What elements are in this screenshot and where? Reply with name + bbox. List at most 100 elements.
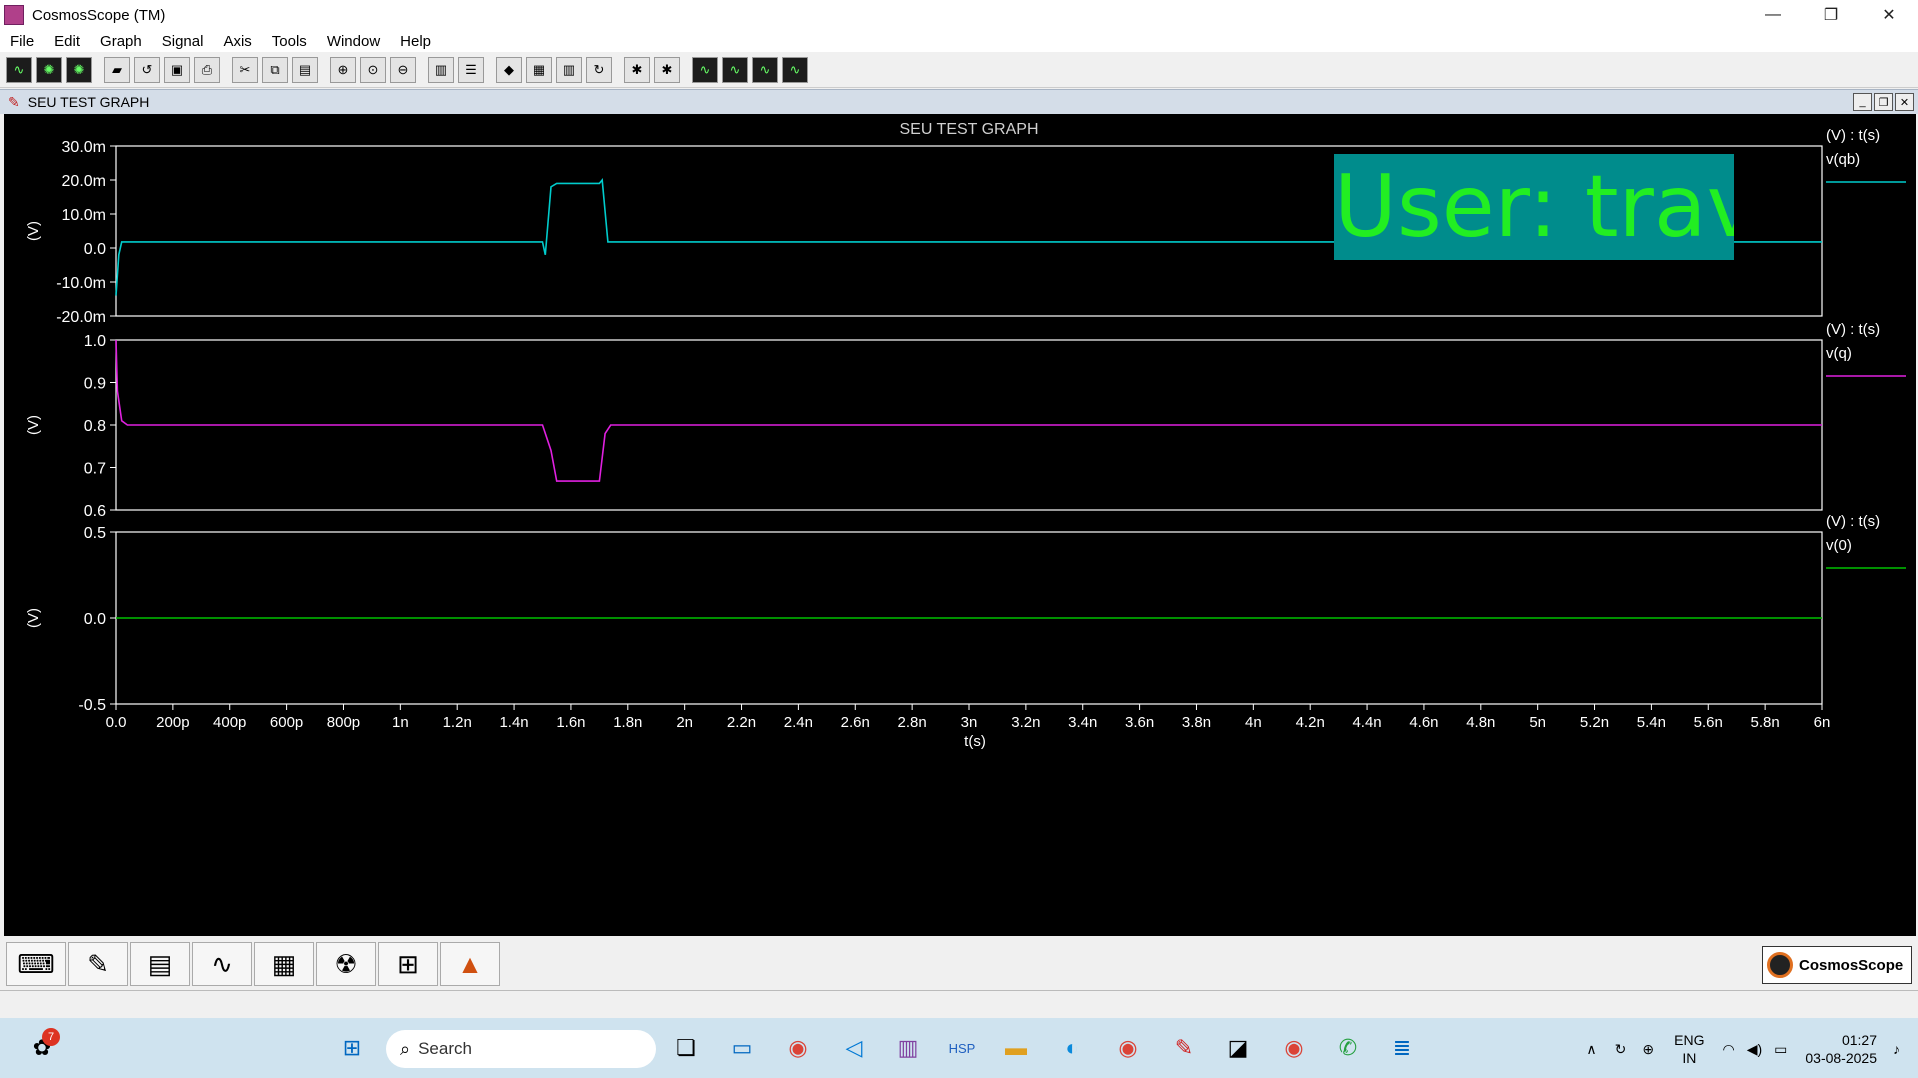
scope-icon[interactable]: ▤ bbox=[130, 942, 190, 986]
radar2-icon[interactable]: ✺ bbox=[66, 56, 92, 83]
bug-icon[interactable]: ✱ bbox=[624, 56, 650, 83]
cut-icon[interactable]: ✂ bbox=[232, 56, 258, 83]
matlab-icon[interactable]: ▲ bbox=[440, 942, 500, 986]
calculator-icon[interactable]: ▦ bbox=[254, 942, 314, 986]
sync-icon[interactable]: ↻ bbox=[1615, 1041, 1627, 1058]
radiation-icon[interactable]: ☢ bbox=[316, 942, 376, 986]
menu-signal[interactable]: Signal bbox=[152, 33, 214, 50]
whatsapp-icon[interactable]: ✆ bbox=[1330, 1030, 1366, 1066]
y-tick-label: 0.0 bbox=[84, 611, 106, 628]
y-tick-label: 20.0m bbox=[62, 173, 106, 190]
notifications-icon[interactable]: ♪ bbox=[1893, 1041, 1900, 1057]
graph-minimize-button[interactable]: _ bbox=[1853, 93, 1872, 111]
minimize-button[interactable]: — bbox=[1744, 0, 1802, 30]
window-icon[interactable]: ▭ bbox=[724, 1030, 760, 1066]
zoom-in-icon[interactable]: ⊕ bbox=[330, 56, 356, 83]
grid-icon[interactable]: ▦ bbox=[526, 56, 552, 83]
save-icon[interactable]: ▣ bbox=[164, 56, 190, 83]
volume-icon[interactable]: ◀) bbox=[1747, 1041, 1762, 1058]
chart-title: SEU TEST GRAPH bbox=[900, 121, 1039, 138]
x-tick-label: 5.8n bbox=[1751, 714, 1780, 731]
menu-graph[interactable]: Graph bbox=[90, 33, 152, 50]
y-axis-label: (V) bbox=[25, 608, 42, 628]
keyboard-icon[interactable]: ⌨ bbox=[6, 942, 66, 986]
edge-icon[interactable]: ◐ bbox=[1054, 1030, 1090, 1066]
menu-edit[interactable]: Edit bbox=[44, 33, 90, 50]
chrome-profile2-icon[interactable]: ◉ bbox=[1276, 1030, 1312, 1066]
signal-icon[interactable]: ∿ bbox=[192, 942, 252, 986]
marker-icon[interactable]: ◆ bbox=[496, 56, 522, 83]
x-tick-label: 3.6n bbox=[1125, 714, 1154, 731]
zoom-out-icon[interactable]: ⊖ bbox=[390, 56, 416, 83]
hspui-icon[interactable]: HSP bbox=[944, 1030, 980, 1066]
radar-icon[interactable]: ✺ bbox=[36, 56, 62, 83]
measure1-icon[interactable]: ∿ bbox=[692, 56, 718, 83]
graph-window-titlebar: ✎ SEU TEST GRAPH _ ❐ ✕ bbox=[0, 89, 1918, 114]
y-tick-label: -0.5 bbox=[78, 697, 106, 714]
graph-restore-button[interactable]: ❐ bbox=[1874, 93, 1893, 111]
start-icon[interactable]: ⊞ bbox=[334, 1030, 370, 1066]
notification-badge: 7 bbox=[42, 1028, 60, 1046]
taskbar-search[interactable]: ⌕ Search bbox=[386, 1030, 656, 1068]
bug2-icon[interactable]: ✱ bbox=[654, 56, 680, 83]
clock-date: 03-08-2025 bbox=[1805, 1050, 1877, 1066]
measure3-icon[interactable]: ∿ bbox=[752, 56, 778, 83]
close-button[interactable]: ✕ bbox=[1860, 0, 1918, 30]
copy-icon[interactable]: ⧉ bbox=[262, 56, 288, 83]
menu-tools[interactable]: Tools bbox=[262, 33, 317, 50]
file-explorer-icon[interactable]: ▬ bbox=[998, 1030, 1034, 1066]
paste-icon[interactable]: ▤ bbox=[292, 56, 318, 83]
brand-label: CosmosScope bbox=[1799, 956, 1904, 974]
menu-window[interactable]: Window bbox=[317, 33, 390, 50]
vscode-icon[interactable]: ◁ bbox=[836, 1030, 872, 1066]
task-view-icon[interactable]: ❏ bbox=[668, 1030, 704, 1066]
x-tick-label: 3.2n bbox=[1011, 714, 1040, 731]
schematic-icon[interactable]: ⊞ bbox=[378, 942, 438, 986]
clock-time: 01:27 bbox=[1841, 1032, 1877, 1048]
pen-icon[interactable]: ✎ bbox=[68, 942, 128, 986]
menu-file[interactable]: File bbox=[0, 33, 44, 50]
chrome-icon[interactable]: ◉ bbox=[780, 1030, 816, 1066]
network-status-icon[interactable]: ⊕ bbox=[1642, 1041, 1654, 1058]
open-folder-icon[interactable]: ▰ bbox=[104, 56, 130, 83]
cosmosscope-task-icon[interactable]: ✎ bbox=[1166, 1030, 1202, 1066]
waveview-icon[interactable]: ▥ bbox=[890, 1030, 926, 1066]
wifi-icon[interactable]: ◠ bbox=[1722, 1041, 1734, 1058]
language-indicator[interactable]: ENG IN bbox=[1674, 1031, 1704, 1067]
graph-close-button[interactable]: ✕ bbox=[1895, 93, 1914, 111]
reload-icon[interactable]: ↺ bbox=[134, 56, 160, 83]
x-tick-label: 800p bbox=[327, 714, 360, 731]
graph-window-controls: _ ❐ ✕ bbox=[1851, 93, 1914, 111]
strip-icon[interactable]: ☰ bbox=[458, 56, 484, 83]
print-icon[interactable]: ⎙ bbox=[194, 56, 220, 83]
series-line-v(q) bbox=[115, 339, 1822, 482]
refresh-icon[interactable]: ↻ bbox=[586, 56, 612, 83]
window-titlebar: CosmosScope (TM) — ❐ ✕ bbox=[0, 0, 1918, 30]
measure4-icon[interactable]: ∿ bbox=[782, 56, 808, 83]
app-icon-2[interactable]: ◪ bbox=[1220, 1030, 1256, 1066]
graph-area[interactable]: SEU TEST GRAPH 30.0m 20.0m 10.0m 0.0 -10.0m -2… bbox=[4, 114, 1916, 936]
menu-help[interactable]: Help bbox=[390, 33, 441, 50]
notepad-icon[interactable]: ≣ bbox=[1384, 1030, 1420, 1066]
maximize-button[interactable]: ❐ bbox=[1802, 0, 1860, 30]
cosmosscope-brand: CosmosScope bbox=[1762, 946, 1912, 984]
y-axis-label: (V) bbox=[25, 415, 42, 435]
bars-icon[interactable]: ▥ bbox=[556, 56, 582, 83]
x-tick-label: 1.8n bbox=[613, 714, 642, 731]
x-tick-label: 2.6n bbox=[841, 714, 870, 731]
status-bar bbox=[0, 990, 1918, 1019]
x-tick-label: 3.8n bbox=[1182, 714, 1211, 731]
y-tick-label: 1.0 bbox=[84, 333, 106, 350]
battery-icon[interactable]: ▭ bbox=[1774, 1041, 1787, 1058]
chrome-profile-icon[interactable]: ◉ bbox=[1110, 1030, 1146, 1066]
main-toolbar: ∿ ✺ ✺ ▰ ↺ ▣ ⎙ ✂ ⧉ ▤ ⊕ ⊙ ⊖ ▥ ☰ ◆ ▦ ▥ ↻ ✱ ✱ ∿ ∿ ∿ ∿ bbox=[0, 52, 1918, 88]
waveform-icon[interactable]: ∿ bbox=[6, 56, 32, 83]
menu-axis[interactable]: Axis bbox=[213, 33, 261, 50]
zoom-fit-icon[interactable]: ⊙ bbox=[360, 56, 386, 83]
clock[interactable]: 01:27 03-08-2025 bbox=[1805, 1031, 1877, 1067]
stack-icon[interactable]: ▥ bbox=[428, 56, 454, 83]
legend-series-name: v(0) bbox=[1826, 537, 1852, 554]
measure2-icon[interactable]: ∿ bbox=[722, 56, 748, 83]
x-tick-label: 2.2n bbox=[727, 714, 756, 731]
chevron-up-icon[interactable]: ∧ bbox=[1586, 1041, 1596, 1058]
